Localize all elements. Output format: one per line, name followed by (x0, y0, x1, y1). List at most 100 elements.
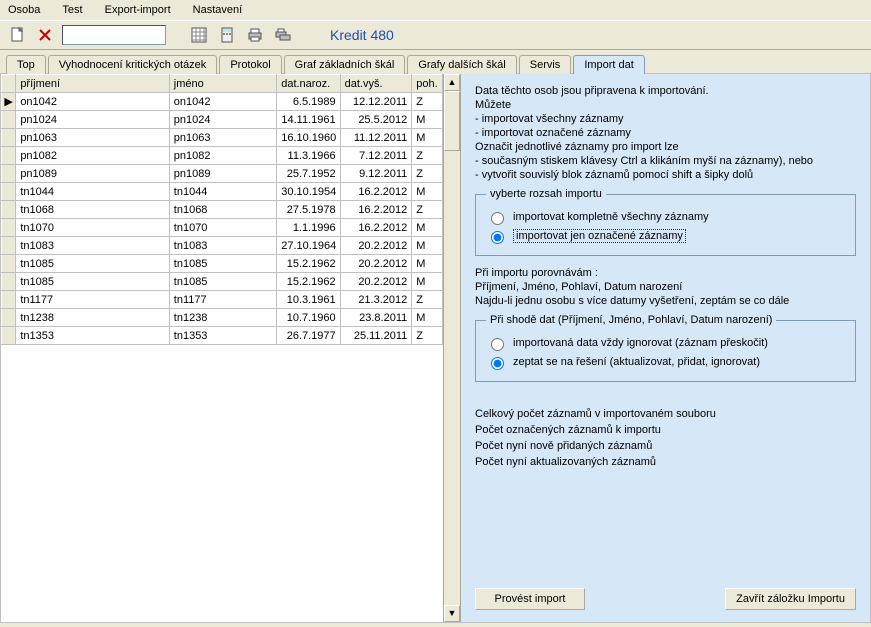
row-marker (2, 291, 16, 309)
scroll-track[interactable] (444, 91, 460, 605)
cell-prijmeni: on1042 (16, 93, 169, 111)
print-all-icon[interactable] (272, 24, 294, 46)
cell-jmeno: pn1024 (169, 111, 276, 129)
cell-naroz: 10.7.1960 (277, 309, 340, 327)
menu-export-import[interactable]: Export-import (101, 2, 175, 18)
tab-protokol[interactable]: Protokol (219, 55, 281, 74)
group-conflict: Při shodě dat (Příjmení, Jméno, Pohlaví,… (475, 314, 856, 382)
radio-ignore-label: importovaná data vždy ignorovat (záznam … (513, 337, 768, 349)
compare-text: Při importu porovnávám : Příjmení, Jméno… (475, 266, 856, 308)
cell-jmeno: tn1070 (169, 219, 276, 237)
delete-icon[interactable] (34, 24, 56, 46)
col-poh[interactable]: poh. (412, 75, 443, 93)
cell-poh: Z (412, 201, 443, 219)
cell-vys: 23.8.2011 (340, 309, 412, 327)
tab-graf-zakladnich[interactable]: Graf základních škál (284, 55, 406, 74)
search-input[interactable] (62, 25, 166, 45)
grid-icon[interactable] (188, 24, 210, 46)
cell-poh: M (412, 111, 443, 129)
tab-servis[interactable]: Servis (519, 55, 572, 74)
col-jmeno[interactable]: jméno (169, 75, 276, 93)
close-import-button[interactable]: Zavřít záložku Importu (725, 588, 856, 610)
row-marker (2, 237, 16, 255)
cell-prijmeni: pn1024 (16, 111, 169, 129)
tab-import-dat[interactable]: Import dat (573, 55, 645, 74)
data-grid[interactable]: příjmení jméno dat.naroz. dat.vyš. poh. … (1, 74, 443, 345)
cell-vys: 20.2.2012 (340, 255, 412, 273)
row-marker: ▶ (2, 93, 16, 111)
group-scope: vyberte rozsah importu importovat komple… (475, 188, 856, 256)
radio-ask[interactable]: zeptat se na řešení (aktualizovat, přida… (486, 354, 845, 370)
cell-naroz: 27.5.1978 (277, 201, 340, 219)
tabbar: Top Vyhodnocení kritických otázek Protok… (0, 50, 871, 74)
table-row[interactable]: tn1085tn108515.2.196220.2.2012M (2, 255, 443, 273)
table-row[interactable]: tn1085tn108515.2.196220.2.2012M (2, 273, 443, 291)
radio-ignore[interactable]: importovaná data vždy ignorovat (záznam … (486, 335, 845, 351)
menu-nastaveni[interactable]: Nastavení (189, 2, 247, 18)
table-row[interactable]: pn1089pn108925.7.19529.12.2011Z (2, 165, 443, 183)
do-import-button[interactable]: Provést import (475, 588, 585, 610)
cell-vys: 25.5.2012 (340, 111, 412, 129)
scroll-down-icon[interactable]: ▼ (444, 605, 460, 622)
cell-prijmeni: tn1353 (16, 327, 169, 345)
cell-vys: 9.12.2011 (340, 165, 412, 183)
cell-naroz: 1.1.1996 (277, 219, 340, 237)
cell-poh: M (412, 255, 443, 273)
table-row[interactable]: tn1238tn123810.7.196023.8.2011M (2, 309, 443, 327)
menu-test[interactable]: Test (58, 2, 86, 18)
table-row[interactable]: tn1068tn106827.5.197816.2.2012Z (2, 201, 443, 219)
row-marker (2, 273, 16, 291)
cell-vys: 20.2.2012 (340, 237, 412, 255)
scroll-up-icon[interactable]: ▲ (444, 74, 460, 91)
cell-jmeno: tn1044 (169, 183, 276, 201)
radio-import-selected-label: importovat jen označené záznamy (513, 229, 686, 243)
tab-vyhodnoceni[interactable]: Vyhodnocení kritických otázek (48, 55, 218, 74)
radio-ignore-input[interactable] (491, 338, 504, 351)
radio-ask-input[interactable] (491, 357, 504, 370)
table-row[interactable]: tn1083tn108327.10.196420.2.2012M (2, 237, 443, 255)
table-row[interactable]: pn1063pn106316.10.196011.12.2011M (2, 129, 443, 147)
row-marker (2, 183, 16, 201)
cell-jmeno: tn1085 (169, 273, 276, 291)
stat-new: Počet nyní nově přidaných záznamů (475, 440, 856, 452)
scroll-thumb[interactable] (444, 91, 460, 151)
radio-import-selected-input[interactable] (491, 231, 504, 244)
cell-jmeno: pn1063 (169, 129, 276, 147)
calculator-icon[interactable] (216, 24, 238, 46)
table-row[interactable]: pn1082pn108211.3.19667.12.2011Z (2, 147, 443, 165)
new-icon[interactable] (6, 24, 28, 46)
col-vys[interactable]: dat.vyš. (340, 75, 412, 93)
radio-import-all-input[interactable] (491, 212, 504, 225)
stat-selected: Počet označených záznamů k importu (475, 424, 856, 436)
table-row[interactable]: pn1024pn102414.11.196125.5.2012M (2, 111, 443, 129)
row-marker (2, 201, 16, 219)
col-prijmeni[interactable]: příjmení (16, 75, 169, 93)
cell-naroz: 11.3.1966 (277, 147, 340, 165)
menu-osoba[interactable]: Osoba (4, 2, 44, 18)
radio-import-all[interactable]: importovat kompletně všechny záznamy (486, 209, 845, 225)
table-row[interactable]: tn1353tn135326.7.197725.11.2011Z (2, 327, 443, 345)
col-naroz[interactable]: dat.naroz. (277, 75, 340, 93)
cell-naroz: 14.11.1961 (277, 111, 340, 129)
cell-poh: M (412, 183, 443, 201)
radio-import-selected[interactable]: importovat jen označené záznamy (486, 228, 845, 244)
cell-jmeno: on1042 (169, 93, 276, 111)
vertical-scrollbar[interactable]: ▲ ▼ (443, 74, 460, 622)
tab-top[interactable]: Top (6, 55, 46, 74)
table-row[interactable]: tn1177tn117710.3.196121.3.2012Z (2, 291, 443, 309)
row-marker (2, 327, 16, 345)
cell-prijmeni: tn1085 (16, 273, 169, 291)
tab-grafy-dalsich[interactable]: Grafy dalších škál (407, 55, 516, 74)
import-panel: Data těchto osob jsou připravena k impor… (461, 74, 870, 622)
cell-vys: 16.2.2012 (340, 219, 412, 237)
table-row[interactable]: ▶on1042on10426.5.198912.12.2011Z (2, 93, 443, 111)
cell-prijmeni: pn1082 (16, 147, 169, 165)
table-row[interactable]: tn1044tn104430.10.195416.2.2012M (2, 183, 443, 201)
print-icon[interactable] (244, 24, 266, 46)
table-row[interactable]: tn1070tn10701.1.199616.2.2012M (2, 219, 443, 237)
row-marker (2, 111, 16, 129)
stat-updated: Počet nyní aktualizovaných záznamů (475, 456, 856, 468)
cell-naroz: 26.7.1977 (277, 327, 340, 345)
row-marker (2, 129, 16, 147)
cell-jmeno: pn1082 (169, 147, 276, 165)
